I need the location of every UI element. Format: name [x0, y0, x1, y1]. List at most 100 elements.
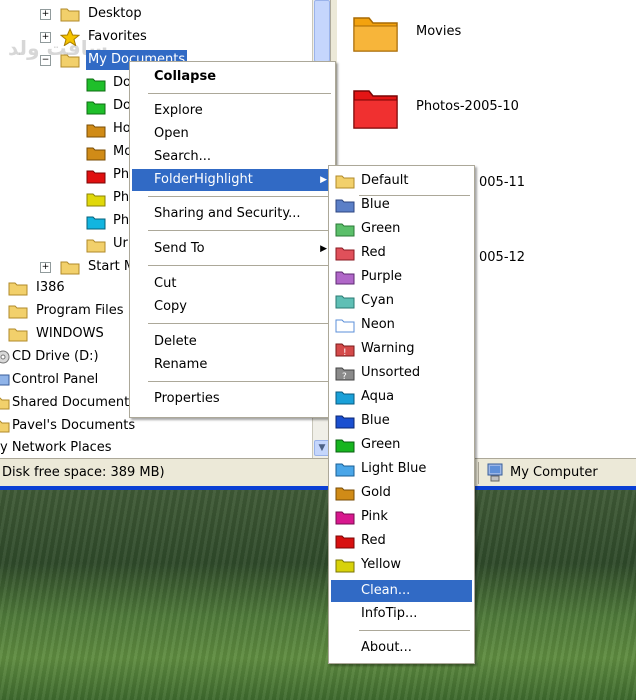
folder-icon	[60, 8, 80, 22]
folder-icon	[86, 101, 106, 115]
submenu-item-aqua[interactable]: Aqua	[331, 386, 472, 408]
folder-light-blue-icon	[335, 463, 355, 477]
tree-item-i386[interactable]: I386	[0, 278, 130, 298]
tree-item-label: Program Files	[36, 303, 124, 318]
submenu-item-light-blue[interactable]: Light Blue	[331, 458, 472, 480]
submenu-item-infotip[interactable]: InfoTip...	[331, 603, 472, 625]
folder-gold-icon	[335, 487, 355, 501]
tree-item-desktop[interactable]: + Desktop	[0, 4, 300, 24]
submenu-item-label: Unsorted	[361, 365, 421, 380]
folder-icon	[60, 261, 80, 275]
scrollbar-thumb[interactable]	[314, 0, 330, 62]
tree-item-program-files[interactable]: Program Files	[0, 301, 130, 321]
submenu-item-yellow[interactable]: Yellow	[331, 554, 472, 576]
folder-icon	[86, 124, 106, 138]
tree-item-shared-documents[interactable]: Shared Documents	[0, 393, 136, 413]
submenu-item-label: Red	[361, 245, 386, 260]
tree-item-subfolder[interactable]: Ph	[0, 165, 130, 185]
menu-item-cut[interactable]: Cut	[132, 273, 333, 295]
folder-icon	[86, 216, 106, 230]
submenu-item-label: Warning	[361, 341, 415, 356]
submenu-arrow-icon: ▶	[320, 244, 327, 254]
tree-item-pavels-documents[interactable]: Pavel's Documents	[0, 416, 135, 436]
submenu-item-purple[interactable]: Purple	[331, 266, 472, 288]
folder-red-icon	[335, 247, 355, 261]
submenu-item-unsorted[interactable]: ? Unsorted	[331, 362, 472, 384]
submenu-item-red[interactable]: Red	[331, 242, 472, 264]
submenu-item-label: Light Blue	[361, 461, 427, 476]
svg-text:?: ?	[342, 372, 347, 381]
menu-item-send-to[interactable]: Send To ▶	[132, 238, 333, 260]
menu-item-search[interactable]: Search...	[132, 146, 333, 168]
menu-item-explore[interactable]: Explore	[132, 100, 333, 122]
folder-unsorted-icon: ?	[335, 367, 355, 381]
svg-text:!: !	[343, 348, 347, 357]
menu-item-delete[interactable]: Delete	[132, 331, 333, 353]
star-icon	[60, 28, 80, 46]
submenu-item-red-2[interactable]: Red	[331, 530, 472, 552]
tree-item-label: I386	[36, 280, 65, 295]
tree-item-subfolder[interactable]: Mo	[0, 142, 132, 162]
tree-item-subfolder[interactable]: Ph	[0, 188, 130, 208]
submenu-item-neon[interactable]: Neon	[331, 314, 472, 336]
expand-icon[interactable]: +	[40, 262, 51, 273]
menu-item-label: FolderHighlight	[154, 172, 253, 187]
folder-icon	[0, 397, 10, 410]
folder-green-icon	[335, 439, 355, 453]
tree-item-control-panel[interactable]: Control Panel	[0, 370, 130, 390]
submenu-arrow-icon: ▶	[320, 175, 327, 185]
menu-separator	[148, 381, 331, 382]
my-computer-icon	[487, 463, 503, 482]
tree-item-start-menu[interactable]: + Start M	[0, 257, 135, 277]
submenu-item-gold[interactable]: Gold	[331, 482, 472, 504]
menu-separator	[148, 265, 331, 266]
menu-item-sharing[interactable]: Sharing and Security...	[132, 203, 333, 225]
context-menu: Collapse Explore Open Search... FolderHi…	[129, 61, 336, 418]
folder-icon	[8, 328, 28, 342]
tree-item-windows[interactable]: WINDOWS	[0, 324, 130, 344]
expand-icon[interactable]: +	[40, 9, 51, 20]
tree-item-subfolder[interactable]: Ho	[0, 119, 131, 139]
menu-item-properties[interactable]: Properties	[132, 388, 333, 410]
folder-blue-icon	[335, 199, 355, 213]
menu-item-copy[interactable]: Copy	[132, 296, 333, 318]
submenu-item-label: Green	[361, 437, 401, 452]
tree-item-network-places[interactable]: y Network Places	[0, 438, 130, 458]
submenu-item-green-2[interactable]: Green	[331, 434, 472, 456]
menu-item-collapse[interactable]: Collapse	[132, 66, 333, 88]
tree-item-label: Ph	[113, 213, 130, 228]
menu-item-open[interactable]: Open	[132, 123, 333, 145]
tree-item-label: WINDOWS	[36, 326, 104, 341]
submenu-item-cyan[interactable]: Cyan	[331, 290, 472, 312]
submenu-item-clean[interactable]: Clean...	[331, 580, 472, 602]
tree-item-subfolder[interactable]: Ur	[0, 234, 130, 254]
folder-green-icon	[335, 223, 355, 237]
submenu-item-label: Green	[361, 221, 401, 236]
folder-aqua-icon	[335, 391, 355, 405]
collapse-icon[interactable]: −	[40, 55, 51, 66]
tree-item-label: Desktop	[88, 6, 142, 21]
submenu-item-label: Blue	[361, 413, 390, 428]
submenu-item-blue-2[interactable]: Blue	[331, 410, 472, 432]
tree-item-subfolder[interactable]: Do	[0, 73, 131, 93]
submenu-item-pink[interactable]: Pink	[331, 506, 472, 528]
submenu-item-about[interactable]: About...	[331, 637, 472, 659]
tree-item-subfolder[interactable]: Ph	[0, 211, 130, 231]
submenu-item-default[interactable]: Default	[331, 170, 472, 192]
tree-item-favorites[interactable]: + Favorites	[0, 27, 300, 47]
submenu-item-label: Neon	[361, 317, 395, 332]
folder-large-icon	[353, 17, 398, 52]
menu-item-rename[interactable]: Rename	[132, 354, 333, 376]
submenu-item-blue[interactable]: Blue	[331, 194, 472, 216]
menu-item-folderhighlight[interactable]: FolderHighlight ▶	[132, 169, 333, 191]
tree-item-cd-drive[interactable]: CD Drive (D:)	[0, 347, 130, 367]
folder-cyan-icon	[335, 295, 355, 309]
expand-icon[interactable]: +	[40, 32, 51, 43]
folder-icon	[0, 420, 10, 433]
folder-large-icon	[353, 90, 398, 129]
submenu-item-green[interactable]: Green	[331, 218, 472, 240]
submenu-item-warning[interactable]: ! Warning	[331, 338, 472, 360]
tree-item-subfolder[interactable]: Do	[0, 96, 131, 116]
folder-purple-icon	[335, 271, 355, 285]
folder-open-icon	[60, 54, 80, 68]
